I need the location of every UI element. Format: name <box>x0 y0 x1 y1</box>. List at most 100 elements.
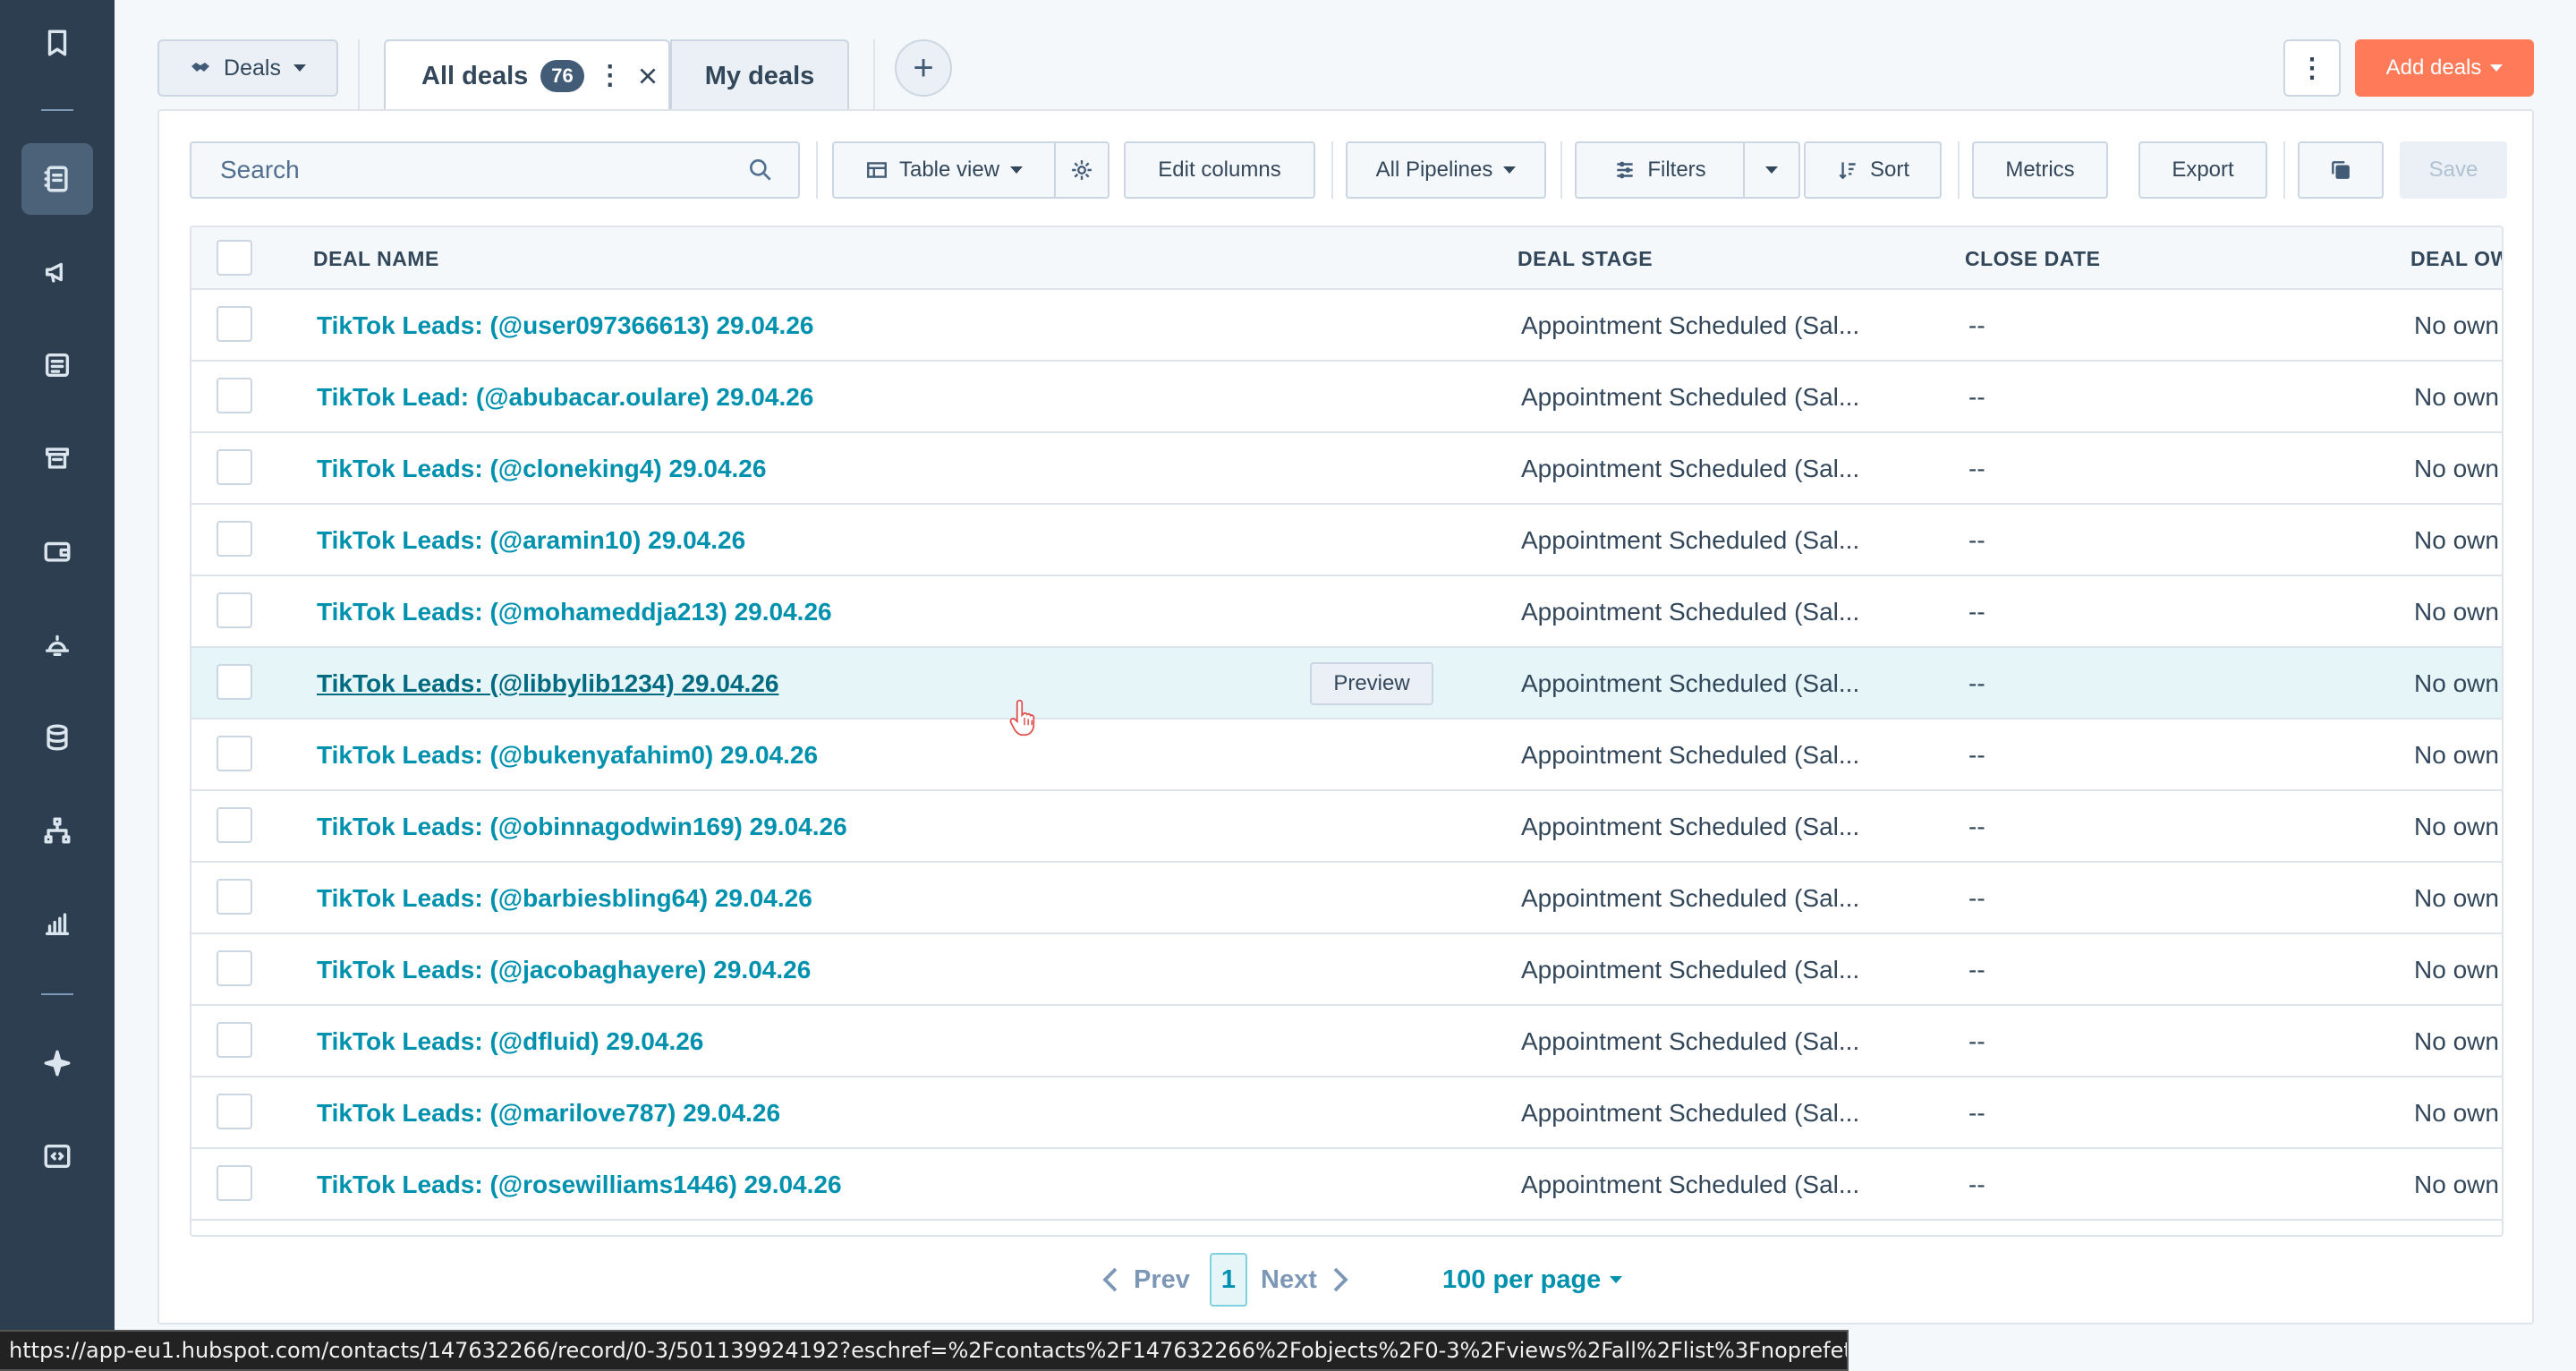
table-row[interactable]: TikTok Leads: (@marilove787) 29.04.26 App… <box>191 1077 2502 1149</box>
deal-name-link[interactable]: TikTok Leads: (@marilove787) 29.04.26 <box>317 1077 780 1149</box>
tab-options-icon[interactable]: ⋮ <box>597 63 624 89</box>
deal-name-link[interactable]: TikTok Leads: (@dfluid) 29.04.26 <box>317 1006 703 1077</box>
table-row[interactable]: TikTok Leads: (@mohameddja213) 29.04.26 A… <box>191 576 2502 648</box>
page-number-current[interactable]: 1 <box>1210 1253 1247 1307</box>
deal-name-link[interactable]: TikTok Leads: (@rosewilliams1446) 29.04.… <box>317 1149 842 1221</box>
column-header-deal-stage[interactable]: DEAL STAGE <box>1518 227 1653 290</box>
table-row[interactable]: TikTok Leads: (@rosewilliams1446) 29.04.… <box>191 1149 2502 1221</box>
table-row[interactable]: TikTok Leads: (@aramin10) 29.04.26 Appoin… <box>191 505 2502 576</box>
bookmark-icon[interactable] <box>21 7 93 79</box>
export-button[interactable]: Export <box>2138 141 2267 199</box>
service-bell-icon[interactable] <box>21 609 93 680</box>
database-icon[interactable] <box>21 702 93 773</box>
row-checkbox[interactable] <box>217 592 252 628</box>
row-checkbox[interactable] <box>217 1094 252 1129</box>
add-deals-button[interactable]: Add deals <box>2355 39 2534 97</box>
content-icon[interactable] <box>21 329 93 401</box>
tab-my-deals[interactable]: My deals <box>670 39 849 111</box>
save-view-button[interactable]: Save <box>2400 141 2507 199</box>
deal-owner-cell: No own <box>2414 1171 2499 1198</box>
next-page-button[interactable]: Next <box>1261 1253 1349 1307</box>
row-checkbox[interactable] <box>217 807 252 843</box>
select-all-checkbox[interactable] <box>217 240 252 276</box>
sort-label: Sort <box>1869 158 1909 182</box>
developer-code-icon[interactable] <box>21 1120 93 1192</box>
deal-stage-cell: Appointment Scheduled (Sal... <box>1521 669 1860 697</box>
table-view-dropdown[interactable]: Table view <box>832 141 1056 199</box>
deal-name-link[interactable]: TikTok Leads: (@jacobaghayere) 29.04.26 <box>317 934 811 1006</box>
row-checkbox[interactable] <box>217 879 252 915</box>
chevron-right-icon <box>1333 1267 1348 1292</box>
table-row[interactable]: TikTok Leads: (@obinnagodwin169) 29.04.2… <box>191 791 2502 863</box>
deal-stage-cell: Appointment Scheduled (Sal... <box>1521 383 1860 411</box>
table-row[interactable]: TikTok Leads: (@bukenyafahim0) 29.04.26 A… <box>191 720 2502 791</box>
duplicate-view-button[interactable] <box>2298 141 2384 199</box>
row-checkbox[interactable] <box>217 378 252 413</box>
row-checkbox[interactable] <box>217 950 252 986</box>
deal-name-link[interactable]: TikTok Leads: (@user097366613) 29.04.26 <box>317 290 813 362</box>
close-icon[interactable] <box>636 64 659 88</box>
org-chart-icon[interactable] <box>21 795 93 866</box>
per-page-dropdown[interactable]: 100 per page <box>1442 1253 1623 1307</box>
deal-name-link[interactable]: TikTok Leads: (@obinnagodwin169) 29.04.2… <box>317 791 847 863</box>
table-view-label: Table view <box>898 158 1000 182</box>
table-icon <box>867 162 887 178</box>
close-date-cell: -- <box>1968 813 1985 840</box>
table-row[interactable]: TikTok Leads: (@libbylib1234) 29.04.26 Pr… <box>191 648 2502 720</box>
deal-name-link[interactable]: TikTok Leads: (@barbiesbling64) 29.04.26 <box>317 863 812 934</box>
add-view-button[interactable]: + <box>895 39 952 97</box>
deals-table-card: Search Table view Edit columns All Pipel… <box>157 109 2534 1324</box>
preview-button[interactable]: Preview <box>1310 662 1433 705</box>
view-settings-button[interactable] <box>1054 141 1109 199</box>
prev-page-button[interactable]: Prev <box>1101 1253 1190 1307</box>
metrics-button[interactable]: Metrics <box>1972 141 2108 199</box>
chevron-down-icon <box>1010 166 1024 174</box>
edit-columns-button[interactable]: Edit columns <box>1124 141 1315 199</box>
row-checkbox[interactable] <box>217 664 252 700</box>
tab-all-deals[interactable]: All deals 76 ⋮ <box>384 39 670 111</box>
deal-owner-cell: No own <box>2414 526 2499 554</box>
row-checkbox[interactable] <box>217 449 252 485</box>
pipeline-dropdown[interactable]: All Pipelines <box>1346 141 1546 199</box>
row-checkbox[interactable] <box>217 1165 252 1201</box>
filters-button[interactable]: Filters <box>1575 141 1745 199</box>
deal-owner-cell: No own <box>2414 383 2499 411</box>
sparkle-ai-icon[interactable] <box>21 1027 93 1099</box>
deal-name-link[interactable]: TikTok Lead: (@abubacar.oulare) 29.04.26 <box>317 362 813 433</box>
deal-owner-cell: No own <box>2414 741 2499 769</box>
close-date-cell: -- <box>1968 1171 1985 1198</box>
table-row[interactable]: TikTok Leads: (@cloneking4) 29.04.26 Appo… <box>191 433 2502 505</box>
megaphone-icon[interactable] <box>21 236 93 308</box>
deal-name-link[interactable]: TikTok Leads: (@bukenyafahim0) 29.04.26 <box>317 720 818 791</box>
table-row[interactable]: TikTok Leads: (@dfluid) 29.04.26 Appointm… <box>191 1006 2502 1077</box>
divider <box>1331 141 1333 199</box>
table-row[interactable]: TikTok Leads: (@barbiesbling64) 29.04.26… <box>191 863 2502 934</box>
table-row[interactable]: TikTok Leads: (@user097366613) 29.04.26 A… <box>191 290 2502 362</box>
close-date-cell: -- <box>1968 669 1985 697</box>
wallet-icon[interactable] <box>21 515 93 587</box>
table-row[interactable]: TikTok Lead: (@abubacar.oulare) 29.04.26… <box>191 362 2502 433</box>
row-checkbox[interactable] <box>217 521 252 557</box>
commerce-store-icon[interactable] <box>21 422 93 494</box>
search-input[interactable]: Search <box>190 141 800 199</box>
deal-name-link[interactable]: TikTok Leads: (@aramin10) 29.04.26 <box>317 505 745 576</box>
filters-menu-button[interactable] <box>1743 141 1800 199</box>
status-url-text: https://app-eu1.hubspot.com/contacts/147… <box>9 1338 1849 1363</box>
object-switcher-dropdown[interactable]: Deals <box>157 39 338 97</box>
column-header-close-date[interactable]: CLOSE DATE <box>1965 227 2101 290</box>
nav-divider <box>41 109 73 111</box>
deal-name-link[interactable]: TikTok Leads: (@libbylib1234) 29.04.26 <box>317 648 778 720</box>
reports-bar-icon[interactable] <box>21 888 93 959</box>
deal-owner-cell: No own <box>2414 311 2499 339</box>
deal-name-link[interactable]: TikTok Leads: (@mohameddja213) 29.04.26 <box>317 576 832 648</box>
row-checkbox[interactable] <box>217 736 252 771</box>
column-header-deal-owner[interactable]: DEAL OW <box>2410 227 2502 290</box>
more-actions-button[interactable]: ⋮ <box>2283 39 2341 97</box>
table-row[interactable]: TikTok Leads: (@jacobaghayere) 29.04.26 A… <box>191 934 2502 1006</box>
sort-button[interactable]: Sort <box>1804 141 1942 199</box>
column-header-deal-name[interactable]: DEAL NAME <box>313 227 439 290</box>
contacts-record-icon[interactable] <box>21 143 93 215</box>
row-checkbox[interactable] <box>217 306 252 342</box>
deal-name-link[interactable]: TikTok Leads: (@cloneking4) 29.04.26 <box>317 433 766 505</box>
row-checkbox[interactable] <box>217 1022 252 1058</box>
